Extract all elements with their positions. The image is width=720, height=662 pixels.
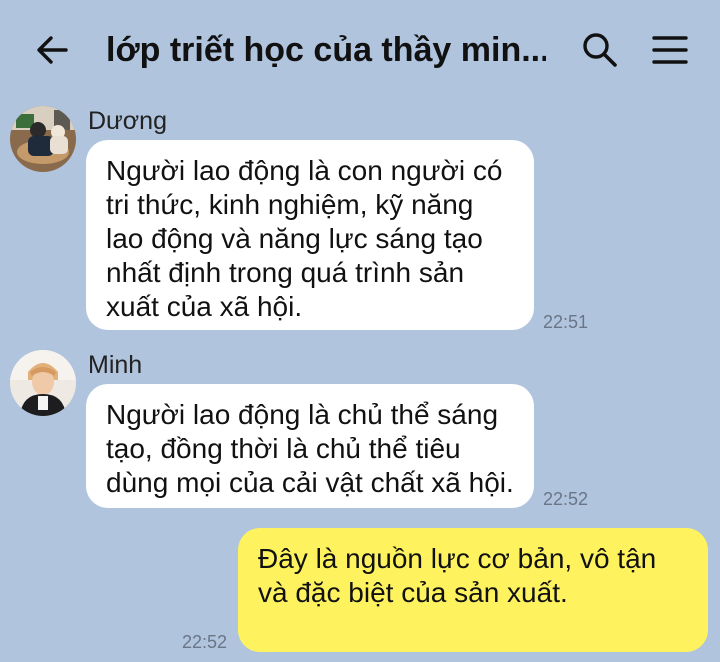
avatar[interactable] — [10, 106, 76, 172]
menu-button[interactable] — [648, 28, 692, 72]
chat-title[interactable]: lớp triết học của thầy min... — [106, 28, 546, 72]
message-bubble[interactable]: Người lao động là chủ thể sáng tạo, đồng… — [86, 384, 534, 508]
chat-header: lớp triết học của thầy min... — [0, 0, 720, 100]
message-timestamp: 22:52 — [543, 489, 589, 509]
message-timestamp: 22:52 — [182, 632, 228, 652]
sender-name: Dương — [88, 107, 167, 135]
search-icon — [583, 33, 617, 67]
avatar[interactable] — [10, 350, 76, 416]
sender-name: Minh — [88, 351, 143, 379]
arrow-left-icon — [37, 36, 68, 64]
back-button[interactable] — [30, 28, 74, 72]
message-text: Đây là nguồn lực cơ bản, vô tận và đặc b… — [258, 543, 657, 608]
avatar-photo — [10, 106, 76, 172]
message-text: Người lao động là chủ thể sáng tạo, đồng… — [106, 399, 514, 498]
search-button[interactable] — [578, 28, 622, 72]
avatar-photo — [10, 350, 76, 416]
message-text: Người lao động là con người có tri thức,… — [106, 155, 503, 322]
menu-icon — [652, 36, 688, 64]
message-timestamp: 22:51 — [543, 312, 589, 332]
message-bubble[interactable]: Người lao động là con người có tri thức,… — [86, 140, 534, 330]
my-message-bubble[interactable]: Đây là nguồn lực cơ bản, vô tận và đặc b… — [238, 528, 708, 652]
